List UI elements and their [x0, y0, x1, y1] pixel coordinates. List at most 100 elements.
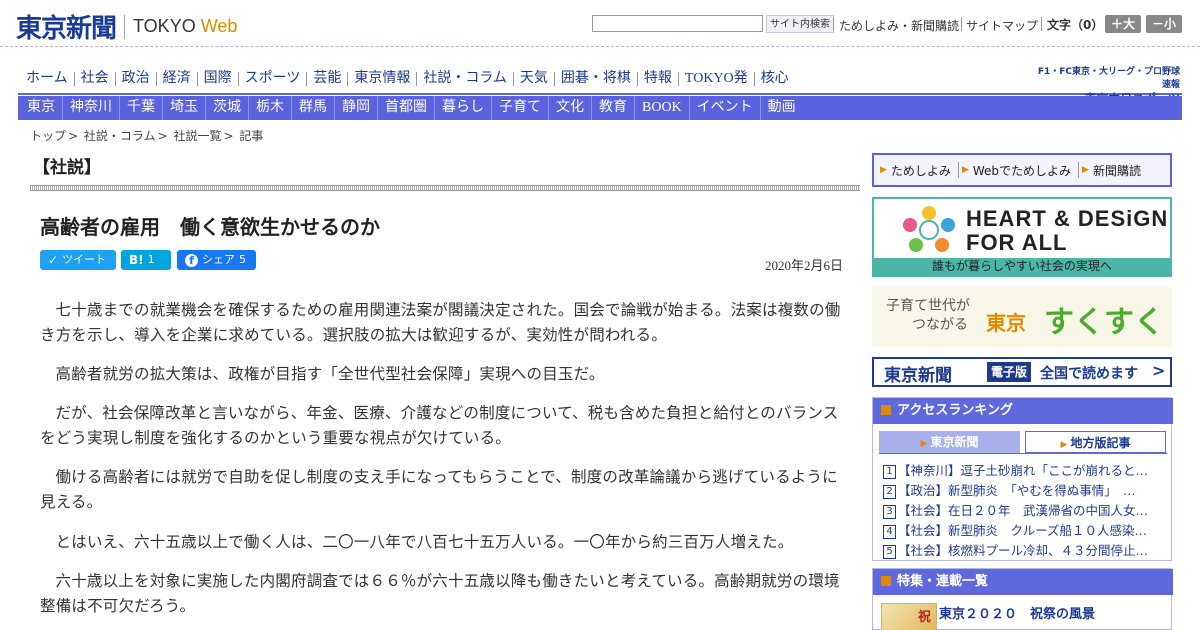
feature-item-title[interactable]: 東京２０２０ 祝祭の風景	[939, 603, 1095, 622]
main-nav-item[interactable]: 国際	[198, 68, 238, 90]
section-rule	[30, 185, 860, 191]
main-nav-item[interactable]: 社説・コラム	[417, 68, 513, 90]
feature-header: 特集・連載一覧	[873, 569, 1173, 595]
article-paragraph: 七十歳までの就業機会を確保するための雇用関連法案が閣議決定された。国会で論戦が始…	[40, 301, 841, 344]
facebook-share-count: 5	[239, 253, 246, 266]
ranking-tab-underline	[879, 453, 1167, 454]
hatena-count: 1	[147, 253, 155, 266]
ranking-header-label: アクセスランキング	[897, 403, 1013, 418]
ranking-item[interactable]: 1 【神奈川】逗子土砂崩れ「ここが崩れると…	[883, 460, 1167, 479]
main-nav-item[interactable]: 囲碁・将棋	[555, 68, 637, 90]
main-nav-item[interactable]: 政治	[116, 68, 156, 90]
tokyo-sukusuku-banner[interactable]: 子育て世代が つながる 東京 すくすく	[872, 287, 1172, 347]
square-bullet-icon	[881, 576, 891, 586]
article-paragraph: 六十歳以上を対象に実施した内閣府調査では６６％が六十五歳以降も働きたいと考えてい…	[40, 572, 840, 615]
ranking-item[interactable]: 4 【社会】新型肺炎 クルーズ船１０人感染…	[883, 520, 1167, 539]
breadcrumb-article: 記事	[239, 129, 264, 143]
facebook-share-button[interactable]: f シェア 5	[177, 250, 256, 270]
main-nav-item[interactable]: 天気	[514, 68, 554, 90]
facebook-icon: f	[185, 253, 198, 267]
ranking-item[interactable]: 3 【社会】在日２０年 武漢帰省の中国人女…	[883, 500, 1167, 519]
chevron-right-icon: >	[1152, 361, 1166, 380]
heart-design-title-line1: HEART & DESiGN	[966, 206, 1169, 231]
feature-thumbnail-text: 祝	[918, 610, 932, 625]
regional-nav-item[interactable]: 千葉	[120, 96, 162, 120]
article-title: 高齢者の雇用 働く意欲生かせるのか	[40, 215, 380, 239]
font-smaller-button[interactable]: －小	[1146, 15, 1182, 33]
site-search-button[interactable]: サイト内検索	[766, 15, 834, 33]
triangle-right-icon: ▶	[880, 165, 887, 175]
promo-divider	[1078, 162, 1080, 178]
regional-nav-item[interactable]: 茨城	[206, 96, 248, 120]
regional-nav-item[interactable]: 群馬	[292, 96, 334, 120]
heart-design-logo-icon	[903, 206, 955, 252]
logo-tokyo: TOKYO	[133, 16, 196, 36]
breadcrumb-separator: >	[68, 129, 79, 143]
site-search-input[interactable]	[592, 15, 763, 32]
breadcrumb-editorial-column[interactable]: 社説・コラム	[84, 129, 156, 143]
digital-edition-logo: 東京新聞	[884, 366, 952, 386]
heart-design-banner[interactable]: HEART & DESiGN FOR ALL 誰もが暮らしやすい社会の実現へ	[872, 197, 1172, 277]
breadcrumb-top[interactable]: トップ	[30, 129, 66, 143]
regional-nav-item[interactable]: 埼玉	[163, 96, 205, 120]
sukusuku-sub-line1: 子育て世代が	[886, 298, 970, 314]
main-nav-item[interactable]: 特報	[638, 68, 678, 90]
feature-thumbnail[interactable]: 祝	[881, 603, 937, 630]
regional-nav: 東京 神奈川 千葉 埼玉 茨城 栃木 群馬 静岡 首都圏 暮らし 子育て 文化 教育 BOOK イベント 動画	[18, 96, 1182, 120]
regional-nav-item[interactable]: イベント	[690, 96, 760, 120]
main-nav-item[interactable]: 核心	[755, 68, 795, 90]
regional-nav-item[interactable]: 子育て	[492, 96, 548, 120]
breadcrumb-separator: >	[223, 129, 234, 143]
sukusuku-sub-line2: つながる	[912, 317, 968, 333]
ranking-item-title: 【社会】核燃料プール冷却、４３分間停止…	[898, 543, 1149, 558]
font-larger-button[interactable]: ＋大	[1105, 15, 1141, 33]
promo-trial[interactable]: ためしよみ	[887, 162, 955, 179]
article-paragraph: とはいえ、六十五歳以上で働く人は、二〇一八年で八百七十五万人いる。一〇年から約三…	[55, 533, 794, 551]
promo-subscribe[interactable]: 新聞購読	[1089, 162, 1145, 179]
site-logo[interactable]: 東京新聞 TOKYO Web	[16, 8, 237, 45]
hatena-icon: B!	[129, 253, 144, 267]
ranking-item[interactable]: 5 【社会】核燃料プール冷却、４３分間停止…	[883, 540, 1167, 559]
ranking-tab-tokyo[interactable]: ▶ 東京新聞	[879, 431, 1020, 453]
tweet-button[interactable]: ✓ ツイート	[40, 250, 116, 270]
sukusuku-tokyo: 東京	[986, 313, 1026, 335]
main-nav-item[interactable]: 社会	[75, 68, 115, 90]
ranking-item[interactable]: 2 【政治】新型肺炎 「やむを得ぬ事情」 …	[883, 480, 1167, 499]
regional-nav-item[interactable]: 静岡	[335, 96, 377, 120]
regional-nav-item[interactable]: 教育	[592, 96, 634, 120]
main-nav-item[interactable]: スポーツ	[239, 68, 307, 90]
main-nav-item[interactable]: TOKYO発	[679, 68, 754, 90]
regional-nav-item[interactable]: BOOK	[635, 96, 689, 120]
main-nav-item[interactable]: 東京情報	[348, 68, 416, 90]
ranking-tab-regional[interactable]: ▶ 地方版記事	[1025, 431, 1166, 453]
ranking-item-title: 【神奈川】逗子土砂崩れ「ここが崩れると…	[898, 463, 1149, 478]
main-nav-item[interactable]: 芸能	[307, 68, 347, 90]
ranking-tab-tokyo-label: 東京新聞	[930, 435, 979, 449]
facebook-share-label: シェア	[202, 253, 235, 266]
header-link-sitemap[interactable]: サイトマップ	[966, 17, 1038, 34]
regional-nav-item[interactable]: 文化	[549, 96, 591, 120]
square-bullet-icon	[881, 405, 891, 415]
triangle-right-icon: ▶	[961, 165, 969, 175]
regional-nav-item[interactable]: 暮らし	[435, 96, 491, 120]
promo-divider	[957, 162, 959, 178]
regional-nav-item[interactable]: 首都圏	[378, 96, 434, 120]
hatena-bookmark-button[interactable]: B! 1	[121, 250, 171, 270]
breadcrumb-editorial-list[interactable]: 社説一覧	[173, 129, 221, 143]
regional-nav-item[interactable]: 東京	[20, 96, 62, 120]
access-ranking: アクセスランキング ▶ 東京新聞 ▶ 地方版記事 1 【神奈川】逗子土砂崩れ「ここが崩…	[872, 397, 1173, 561]
digital-edition-banner[interactable]: 東京新聞 電子版 全国で読めます >	[872, 357, 1172, 387]
article-date: 2020年2月6日	[765, 258, 844, 273]
main-nav-item[interactable]: 経済	[157, 68, 197, 90]
subscribe-promo-bar: ▶ ためしよみ ▶ Webでためしよみ ▶ 新聞購読	[872, 153, 1172, 187]
header-link-subscribe[interactable]: ためしよみ・新聞購読	[839, 17, 959, 34]
ranking-header: アクセスランキング	[873, 398, 1173, 424]
regional-nav-item[interactable]: 動画	[761, 96, 803, 120]
main-nav-item[interactable]: ホーム	[20, 68, 74, 90]
promo-web-trial[interactable]: Webでためしよみ	[969, 162, 1075, 179]
regional-nav-item[interactable]: 神奈川	[63, 96, 119, 120]
regional-nav-item[interactable]: 栃木	[249, 96, 291, 120]
main-nav-underline	[18, 93, 1182, 95]
main-nav: ホーム 社会 政治 経済 国際 スポーツ 芸能 東京情報 社説・コラム 天気 囲碁・将棋 特報 TOKY…	[20, 68, 795, 90]
ranking-tab-regional-label: 地方版記事	[1070, 436, 1131, 450]
